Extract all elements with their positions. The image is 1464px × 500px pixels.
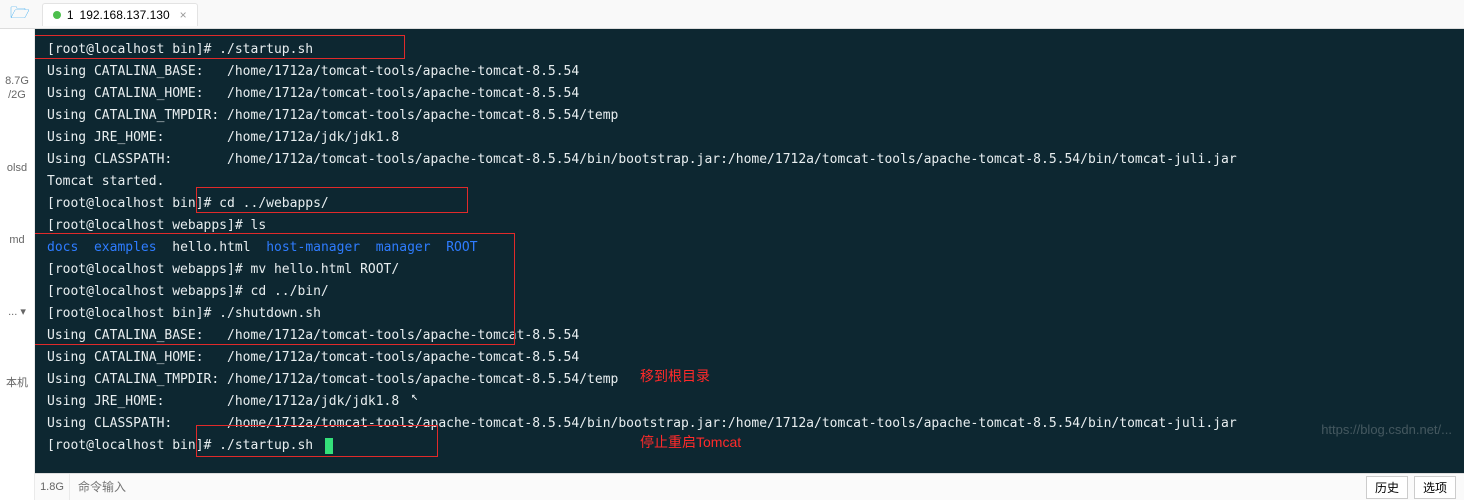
terminal-output[interactable]: [root@localhost bin]# ./startup.shUsing … xyxy=(35,29,1464,473)
terminal-line: Using CATALINA_HOME: /home/1712a/tomcat-… xyxy=(47,347,1452,369)
svc-stat: olsd xyxy=(7,161,27,175)
terminal-line: Using JRE_HOME: /home/1712a/jdk/jdk1.8 xyxy=(47,391,1452,413)
svc-1: olsd xyxy=(7,161,27,175)
ls-item: ROOT xyxy=(446,240,477,255)
options-button[interactable]: 选项 xyxy=(1414,476,1456,499)
ls-item: manager xyxy=(376,240,431,255)
cursor-icon xyxy=(325,438,333,454)
terminal-line: Using JRE_HOME: /home/1712a/jdk/jdk1.8 xyxy=(47,127,1452,149)
terminal-line: [root@localhost bin]# cd ../webapps/ xyxy=(47,193,1452,215)
ls-item: hello.html xyxy=(172,240,250,255)
history-button[interactable]: 历史 xyxy=(1366,476,1408,499)
mouse-cursor-icon: ↖ xyxy=(411,385,418,407)
terminal-line: docs examples hello.html host-manager ma… xyxy=(47,237,1452,259)
terminal-line: Using CATALINA_HOME: /home/1712a/tomcat-… xyxy=(47,83,1452,105)
command-input[interactable] xyxy=(70,480,1366,494)
ls-item: host-manager xyxy=(266,240,360,255)
ls-item: examples xyxy=(94,240,157,255)
terminal-line: Tomcat started. xyxy=(47,171,1452,193)
bottom-stat: 1.8G xyxy=(35,474,70,500)
terminal-line: [root@localhost bin]# ./startup.sh xyxy=(47,435,1452,457)
local-label: 本机 xyxy=(6,376,28,390)
terminal-line: [root@localhost bin]# ./shutdown.sh xyxy=(47,303,1452,325)
more-menu[interactable]: ... ▾ xyxy=(8,305,26,318)
terminal-line: Using CLASSPATH: /home/1712a/tomcat-tool… xyxy=(47,413,1452,435)
disk-stat-2: /2G xyxy=(8,88,26,102)
tab-title: 192.168.137.130 xyxy=(80,8,170,22)
terminal-line: Using CLASSPATH: /home/1712a/tomcat-tool… xyxy=(47,149,1452,171)
terminal-line: Using CATALINA_TMPDIR: /home/1712a/tomca… xyxy=(47,369,1452,391)
session-tab[interactable]: 1 192.168.137.130 × xyxy=(42,3,198,26)
svc-stat-2: md xyxy=(9,233,24,247)
terminal-line: [root@localhost bin]# ./startup.sh xyxy=(47,39,1452,61)
ls-item: docs xyxy=(47,240,78,255)
svc-2: md xyxy=(9,233,24,247)
status-dot-icon xyxy=(53,11,61,19)
disk-stat: 8.7G /2G xyxy=(5,74,29,103)
terminal-line: [root@localhost webapps]# mv hello.html … xyxy=(47,259,1452,281)
bottom-bar: 1.8G 历史 选项 xyxy=(35,473,1464,500)
close-icon[interactable]: × xyxy=(180,8,187,22)
tab-bar: 🗁 1 192.168.137.130 × xyxy=(0,0,1464,29)
terminal-line: Using CATALINA_TMPDIR: /home/1712a/tomca… xyxy=(47,105,1452,127)
terminal-line: [root@localhost webapps]# ls xyxy=(47,215,1452,237)
left-sidebar: 8.7G /2G olsd md ... ▾ 本机 xyxy=(0,29,35,500)
disk-stat-1: 8.7G xyxy=(5,74,29,88)
terminal-line: [root@localhost webapps]# cd ../bin/ xyxy=(47,281,1452,303)
folder-icon[interactable]: 🗁 xyxy=(4,6,36,22)
terminal-line: Using CATALINA_BASE: /home/1712a/tomcat-… xyxy=(47,325,1452,347)
annotation-text: 移到根目录 停止重启Tomcat xyxy=(640,321,741,473)
terminal-line: Using CATALINA_BASE: /home/1712a/tomcat-… xyxy=(47,61,1452,83)
tab-index: 1 xyxy=(67,8,74,22)
